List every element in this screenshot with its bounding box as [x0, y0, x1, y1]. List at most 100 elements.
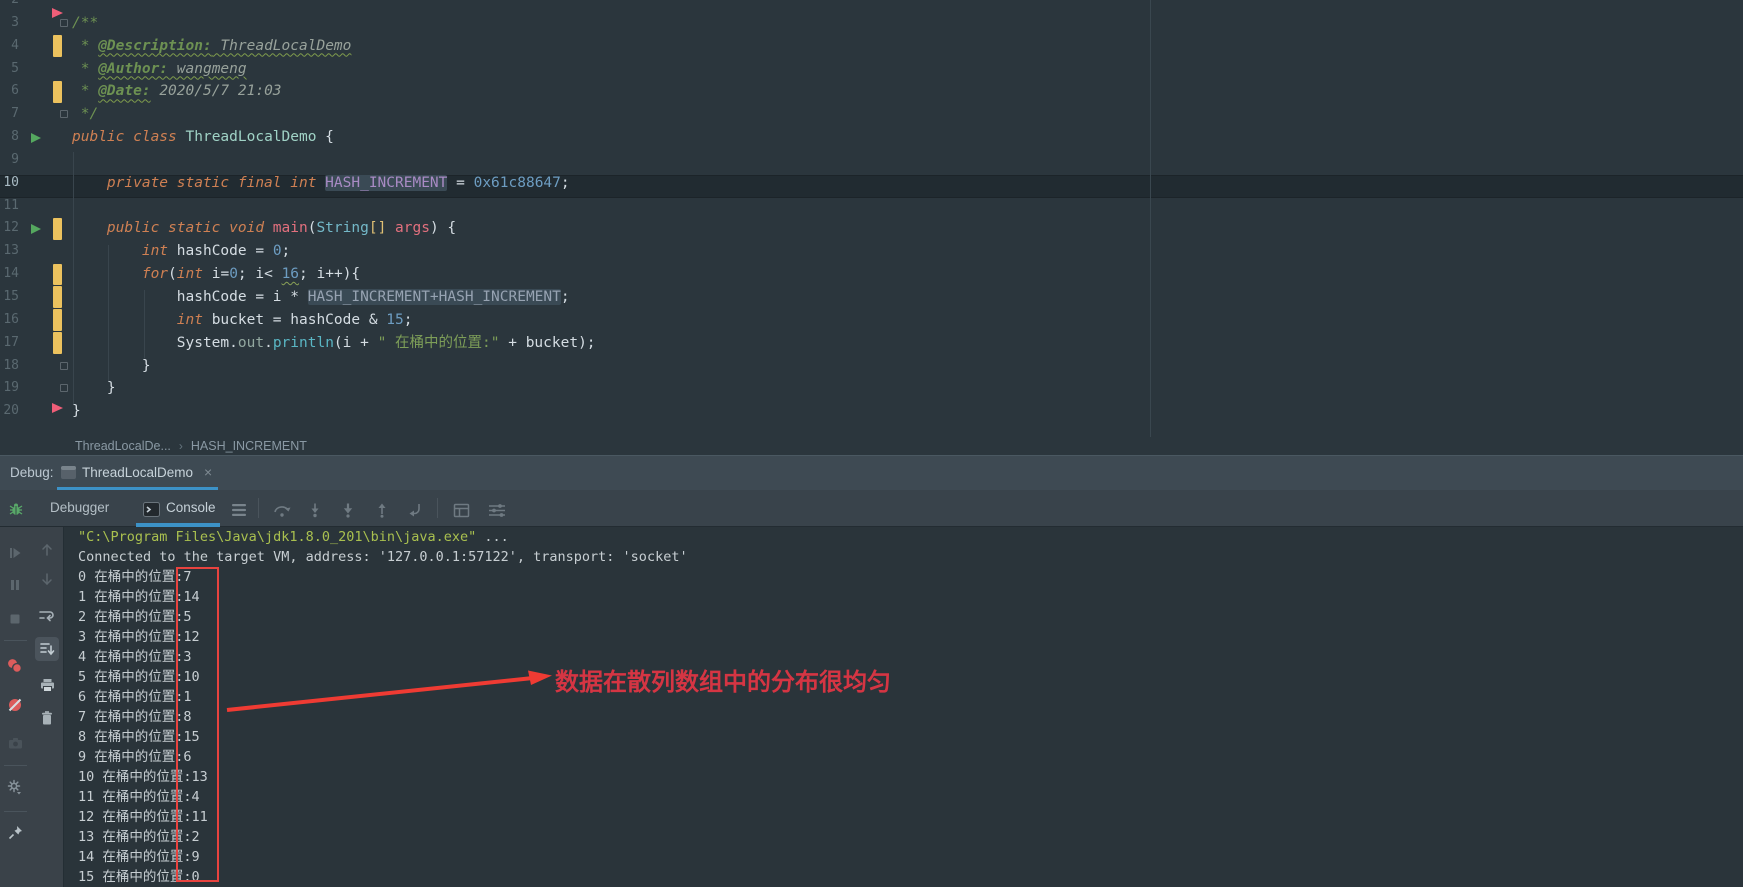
console-output[interactable]: "C:\Program Files\Java\jdk1.8.0_201\bin\… [78, 527, 688, 887]
code-line[interactable]: 18 } [0, 355, 1743, 378]
clear-all-icon[interactable] [37, 708, 57, 728]
line-number: 9 [0, 149, 19, 172]
hamburger-menu-icon[interactable] [231, 503, 247, 522]
console-output-row: 8 在桶中的位置:15 [78, 727, 688, 747]
line-number: 4 [0, 35, 19, 58]
code-line[interactable]: 3 /** [0, 12, 1743, 35]
annotation-rectangle [176, 567, 219, 882]
fold-marker-icon[interactable] [60, 110, 68, 118]
code-line[interactable]: 20} [0, 400, 1743, 423]
strip-divider [4, 765, 27, 766]
fold-marker-icon[interactable] [60, 19, 68, 27]
console-message: "C:\Program Files\Java\jdk1.8.0_201\bin\… [78, 527, 688, 547]
vcs-change-marker [53, 218, 62, 240]
stop-icon[interactable] [5, 609, 25, 629]
console-settings-icon[interactable] [487, 500, 507, 520]
line-number: 13 [0, 240, 19, 263]
jump-down-icon[interactable] [37, 569, 57, 589]
pause-icon[interactable] [5, 575, 25, 595]
print-icon[interactable] [37, 675, 57, 695]
debug-settings-icon[interactable] [5, 777, 25, 797]
debug-session-tab[interactable]: ThreadLocalDemo × [57, 456, 218, 491]
toolbar-divider [258, 498, 259, 518]
line-number: 16 [0, 309, 19, 332]
fold-marker-icon[interactable] [60, 362, 68, 370]
code-line[interactable]: 8 public class ThreadLocalDemo { [0, 126, 1743, 149]
resume-icon[interactable] [5, 543, 25, 563]
code-line[interactable]: 12 public static void main(String[] args… [0, 217, 1743, 240]
breadcrumb: ThreadLocalDe... › HASH_INCREMENT [0, 437, 1743, 455]
restore-layout-icon[interactable] [451, 500, 471, 520]
code-line[interactable]: 6 * @Date: 2020/5/7 21:03 [0, 80, 1743, 103]
code-line[interactable]: 2 [0, 0, 1743, 12]
view-breakpoints-icon[interactable] [5, 656, 25, 676]
line-number: 3 [0, 12, 19, 35]
pin-icon[interactable] [5, 822, 25, 842]
close-icon[interactable]: × [204, 464, 212, 480]
console-message: Connected to the target VM, address: '12… [78, 547, 688, 567]
line-number: 10 [0, 172, 19, 195]
mute-breakpoints-icon[interactable] [5, 695, 25, 715]
code-line[interactable]: 11 [0, 195, 1743, 218]
breadcrumb-member[interactable]: HASH_INCREMENT [191, 439, 307, 453]
code-line[interactable]: 7 */ [0, 103, 1743, 126]
code-line[interactable]: 14 for(int i=0; i< 16; i++){ [0, 263, 1743, 286]
code-text: * @Author: wangmeng [72, 58, 247, 81]
debug-toolbar: Debugger Console [0, 490, 1743, 527]
code-line[interactable]: 5 * @Author: wangmeng [0, 58, 1743, 81]
step-into-icon[interactable] [305, 500, 325, 520]
code-text: /** [72, 12, 98, 35]
drop-frame-icon[interactable] [405, 500, 425, 520]
code-line[interactable]: 4 * @Description: ThreadLocalDemo [0, 35, 1743, 58]
code-line[interactable]: 9 [0, 149, 1743, 172]
console-output-row: 10 在桶中的位置:13 [78, 767, 688, 787]
code-text: int hashCode = 0; [72, 240, 290, 263]
ide-window: 23/**4 * @Description: ThreadLocalDemo5 … [0, 0, 1743, 887]
console-output-row: 11 在桶中的位置:4 [78, 787, 688, 807]
code-text: */ [72, 103, 98, 126]
breadcrumb-class[interactable]: ThreadLocalDe... [75, 439, 171, 453]
thread-dump-icon[interactable] [5, 733, 25, 753]
console-controls-strip [31, 527, 63, 887]
code-text: * @Date: 2020/5/7 21:03 [72, 80, 282, 103]
code-line[interactable]: 13 int hashCode = 0; [0, 240, 1743, 263]
console-output-row: 3 在桶中的位置:12 [78, 627, 688, 647]
code-editor[interactable]: 23/**4 * @Description: ThreadLocalDemo5 … [0, 0, 1743, 437]
fold-marker-icon[interactable] [60, 384, 68, 392]
step-out-icon[interactable] [372, 500, 392, 520]
debug-bug-icon[interactable] [8, 501, 24, 522]
gutter-marker-triangle-icon [52, 403, 63, 413]
line-number: 2 [0, 0, 19, 12]
code-line[interactable]: 15 hashCode = i * HASH_INCREMENT+HASH_IN… [0, 286, 1743, 309]
code-text: } [72, 400, 81, 423]
code-line[interactable]: 16 int bucket = hashCode & 15; [0, 309, 1743, 332]
vcs-change-marker [53, 35, 62, 57]
run-button-icon[interactable] [31, 224, 41, 234]
line-number: 15 [0, 286, 19, 309]
scroll-to-end-icon[interactable] [35, 637, 59, 661]
console-output-row: 7 在桶中的位置:8 [78, 707, 688, 727]
strip-divider [4, 640, 27, 641]
debug-controls-strip [0, 527, 31, 887]
console-output-row: 12 在桶中的位置:11 [78, 807, 688, 827]
strip-divider [4, 811, 27, 812]
tab-debugger[interactable]: Debugger [50, 500, 109, 515]
force-step-into-icon[interactable] [338, 500, 358, 520]
jump-up-icon[interactable] [37, 539, 57, 559]
console-output-row: 13 在桶中的位置:2 [78, 827, 688, 847]
debug-content-panel: "C:\Program Files\Java\jdk1.8.0_201\bin\… [0, 527, 1743, 887]
step-over-icon[interactable] [272, 500, 292, 520]
line-number: 8 [0, 126, 19, 149]
run-button-icon[interactable] [31, 133, 41, 143]
code-text: * @Description: ThreadLocalDemo [72, 35, 351, 58]
line-number: 7 [0, 103, 19, 126]
tab-console[interactable]: Console [166, 500, 216, 515]
code-line[interactable]: 10 private static final int HASH_INCREME… [0, 172, 1743, 195]
code-line[interactable]: 17 System.out.println(i + " 在桶中的位置:" + b… [0, 332, 1743, 355]
vcs-change-marker [53, 264, 62, 286]
code-text: public class ThreadLocalDemo { [72, 126, 334, 149]
session-tab-label: ThreadLocalDemo [82, 465, 193, 480]
code-line[interactable]: 19 } [0, 377, 1743, 400]
soft-wrap-icon[interactable] [37, 605, 57, 625]
line-number: 17 [0, 332, 19, 355]
